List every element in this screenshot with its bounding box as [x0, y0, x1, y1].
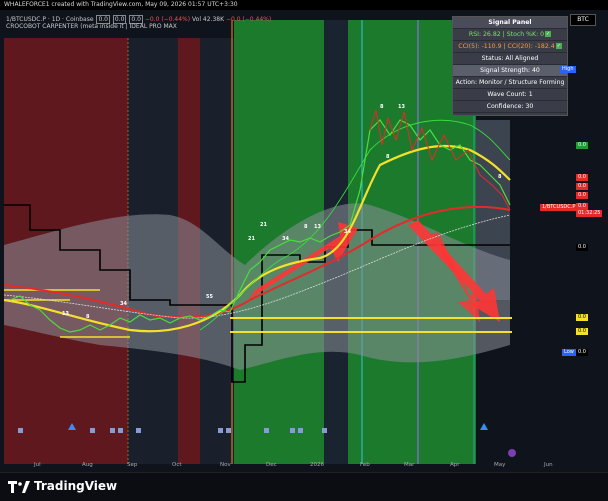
tradingview-logo-icon[interactable] [8, 481, 30, 493]
x-axis-label: Jun [543, 462, 553, 468]
chart-number: 13 [398, 104, 405, 110]
high-tag: High [560, 66, 576, 73]
event-marker-icon [508, 449, 516, 457]
x-axis-label: Dec [266, 462, 277, 468]
chart-number: 8 [380, 104, 384, 110]
indicator-legend[interactable]: CROCOBOT CARPENTER (meta inside it | IDE… [6, 23, 177, 30]
chart-number: 13 [62, 311, 69, 317]
x-axis-label: Feb [360, 462, 370, 468]
check-icon: ✓ [545, 31, 552, 37]
legend-symbol[interactable]: 1/BTCUSDC.P · 1D · Coinbase [6, 16, 94, 23]
current-price-tag: 0.0 [576, 203, 588, 210]
signal-strength: Signal Strength: 40 [453, 65, 567, 77]
x-axis-label: Sep [127, 462, 138, 468]
price-tag: 0.0 [576, 349, 588, 356]
current-symbol-tag: 1/BTCUSDC.P [540, 204, 578, 211]
price-tag: 0.0 [576, 142, 588, 149]
chart-number: 21 [248, 236, 255, 242]
low-tag: Low [562, 349, 576, 356]
symbol-badge[interactable]: BTC [570, 14, 596, 26]
tradingview-brand[interactable]: TradingView [34, 479, 117, 493]
header-text: WHALEFORCE1 created with TradingView.com… [4, 1, 238, 8]
signal-status: Status: All Aligned [453, 53, 567, 65]
header-bar: WHALEFORCE1 created with TradingView.com… [0, 0, 608, 10]
x-axis-label: Mar [404, 462, 415, 468]
footer-bar: TradingView [0, 472, 608, 501]
signal-panel-title: Signal Panel [453, 17, 567, 29]
chart-number: 8 [304, 224, 308, 230]
price-tag: 0.0 [576, 183, 588, 190]
chart-number: 21 [260, 222, 267, 228]
price-tag: 0.0 [576, 244, 588, 251]
x-axis-label: Jul [33, 462, 41, 468]
x-axis-label: Aug [82, 462, 93, 468]
chart-number: 8 [498, 174, 502, 180]
countdown-tag: 01:32:25 [576, 210, 603, 217]
chart-number: 34 [344, 229, 351, 235]
chart-number: 34 [282, 236, 289, 242]
signal-wave: Wave Count: 1 [453, 89, 567, 101]
chart-number: 34 [120, 301, 127, 307]
legend-vol-change: −0.0 (−0.44%) [225, 16, 272, 23]
signal-confidence: Confidence: 30 [453, 101, 567, 113]
signal-cci: CCI(5): -110.9 | CCI(20): -182.4 ✓ [453, 41, 567, 53]
price-tag: 0.0 [576, 174, 588, 181]
chart-number: 8 [386, 154, 390, 160]
price-tag: 0.0 [576, 192, 588, 199]
check-icon: ✓ [555, 43, 562, 49]
x-axis-label: Nov [220, 462, 231, 468]
legend-change: −0.0 (−0.44%) [144, 16, 191, 23]
chart-number: 13 [314, 224, 321, 230]
x-axis-label: Apr [450, 462, 460, 468]
x-axis-label: Oct [172, 462, 182, 468]
legend-volume: Vol 42.38K [192, 16, 225, 23]
x-axis-label: May [494, 462, 506, 468]
signal-rsi: RSI: 26.82 | Stoch %K: 0 ✓ [453, 29, 567, 41]
chart-number: 8 [86, 314, 90, 320]
price-tag: 0.0 [576, 314, 588, 321]
signal-action: Action: Monitor / Structure Forming [453, 77, 567, 89]
signal-panel: Signal Panel RSI: 26.82 | Stoch %K: 0 ✓ C… [452, 16, 568, 116]
x-axis-label: 2026 [310, 462, 324, 468]
price-tag: 0.0 [576, 328, 588, 335]
chart-number: 55 [206, 294, 213, 300]
